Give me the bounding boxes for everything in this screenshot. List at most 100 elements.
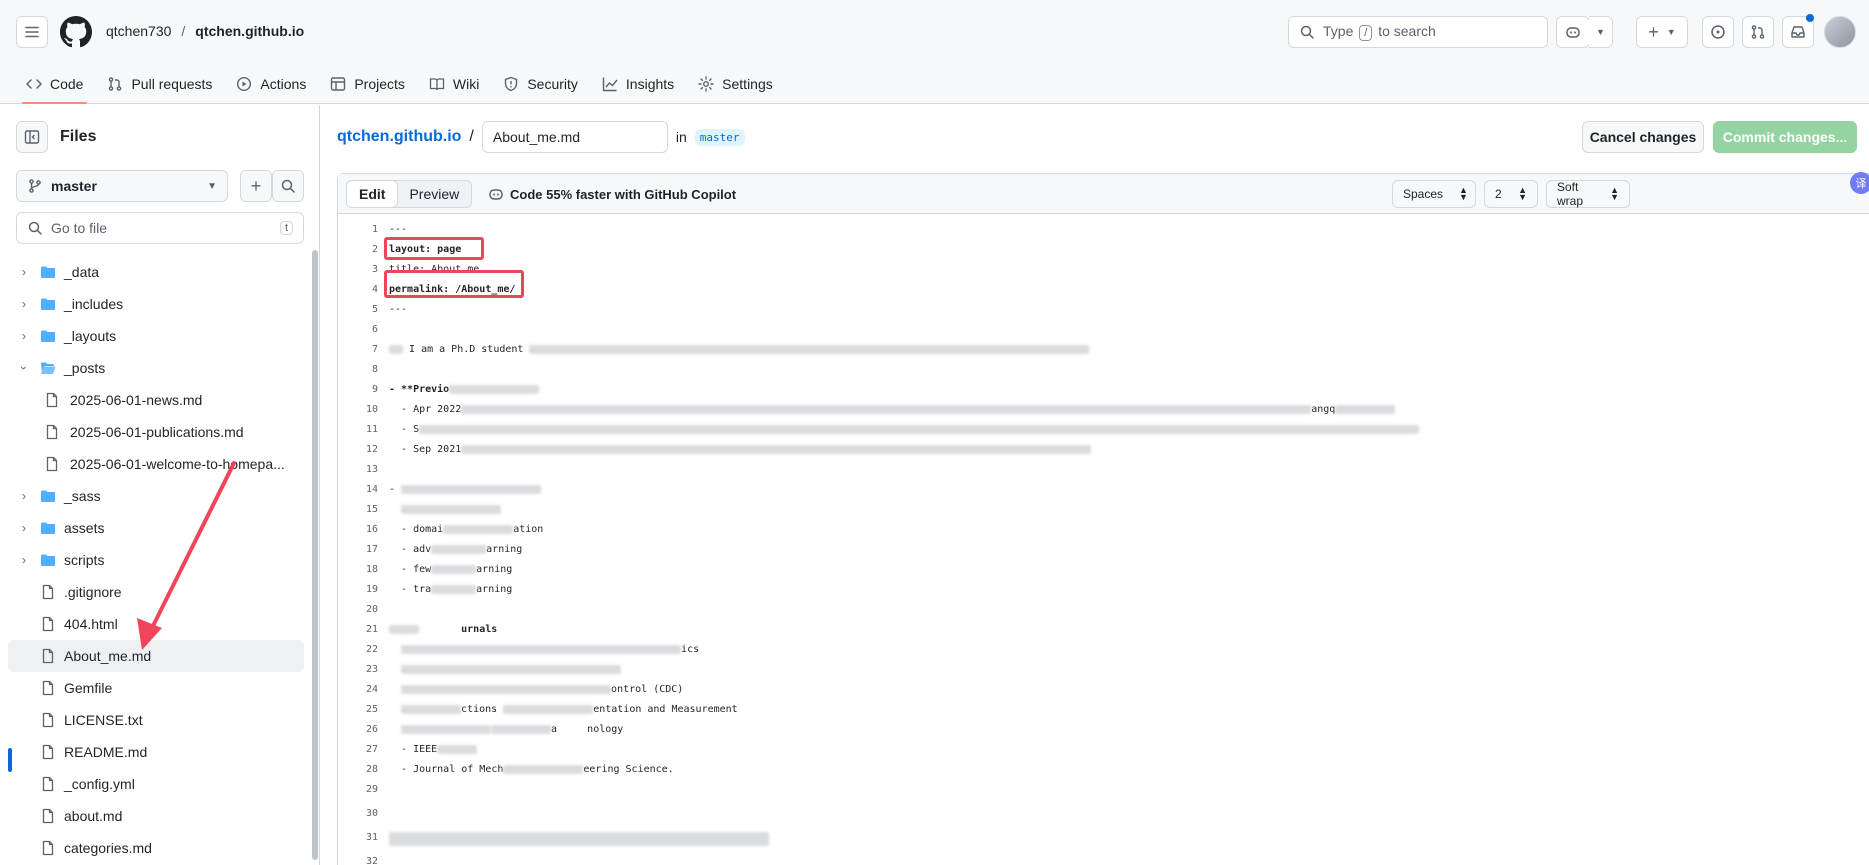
folder-icon xyxy=(40,552,56,568)
tab-preview[interactable]: Preview xyxy=(397,181,471,207)
tree-file-welcome[interactable]: 2025-06-01-welcome-to-homepa... xyxy=(8,448,304,480)
line-number: 11 xyxy=(365,424,378,435)
tree-folder-data[interactable]: › _data xyxy=(8,256,304,288)
code-line: --- xyxy=(389,224,408,235)
tree-file-publications[interactable]: 2025-06-01-publications.md xyxy=(8,416,304,448)
tab-actions[interactable]: Actions xyxy=(226,64,316,104)
tree-file-config[interactable]: _config.yml xyxy=(8,768,304,800)
tree-folder-posts[interactable]: › _posts xyxy=(8,352,304,384)
tab-projects[interactable]: Projects xyxy=(320,64,415,104)
repo-root-link[interactable]: qtchen.github.io xyxy=(337,128,461,146)
tree-file-gitignore[interactable]: .gitignore xyxy=(8,576,304,608)
line-number: 32 xyxy=(365,856,378,865)
github-logo-icon[interactable] xyxy=(60,16,92,48)
tree-item-label: _sass xyxy=(64,488,101,504)
tree-item-label: about.md xyxy=(64,808,123,824)
file-icon xyxy=(44,392,60,408)
file-icon xyxy=(40,744,56,760)
line-number: 30 xyxy=(365,808,378,819)
code-line: - Journal of Mech eering Science. xyxy=(389,764,674,775)
play-icon xyxy=(236,76,252,92)
search-input[interactable]: Type / to search xyxy=(1288,16,1548,48)
tree-file-404[interactable]: 404.html xyxy=(8,608,304,640)
tree-file-readme[interactable]: README.md xyxy=(8,736,304,768)
chevron-right-icon: › xyxy=(22,297,26,311)
tab-wiki[interactable]: Wiki xyxy=(419,64,489,104)
tab-settings-label: Settings xyxy=(722,76,773,92)
tree-item-label: 2025-06-01-publications.md xyxy=(70,424,244,440)
tab-insights[interactable]: Insights xyxy=(592,64,684,104)
line-number: 28 xyxy=(365,764,378,775)
commit-changes-button[interactable]: Commit changes... xyxy=(1713,121,1857,153)
tree-item-label: 2025-06-01-news.md xyxy=(70,392,203,408)
pull-request-icon xyxy=(1751,25,1765,39)
tree-folder-includes[interactable]: › _includes xyxy=(8,288,304,320)
code-area[interactable]: 1 --- 2 layout: page 3 title: About me 4… xyxy=(338,215,1869,865)
indent-size-select[interactable]: 2 ▲ ▼ xyxy=(1484,180,1538,208)
code-line-text: - adv xyxy=(389,544,432,555)
tree-item-label: _config.yml xyxy=(64,776,135,792)
copilot-promo[interactable]: Code 55% faster with GitHub Copilot xyxy=(488,186,736,202)
copilot-promo-text: Code 55% faster with GitHub Copilot xyxy=(510,186,737,202)
cancel-changes-button[interactable]: Cancel changes xyxy=(1582,121,1704,153)
code-line: - tra arning xyxy=(389,584,512,595)
menu-button[interactable] xyxy=(16,16,48,48)
file-tree: › _data › _includes › _layouts › _posts … xyxy=(8,256,304,864)
repo-breadcrumb: qtchen730 / qtchen.github.io xyxy=(106,23,304,39)
copilot-icon xyxy=(1566,27,1580,38)
tree-file-categories[interactable]: categories.md xyxy=(8,832,304,864)
code-line-text: urnals xyxy=(419,624,498,635)
tree-file-news[interactable]: 2025-06-01-news.md xyxy=(8,384,304,416)
file-icon xyxy=(40,616,56,632)
search-icon xyxy=(28,221,42,235)
indent-mode-select[interactable]: Spaces ▲ ▼ xyxy=(1392,180,1476,208)
tree-folder-scripts[interactable]: › scripts xyxy=(8,544,304,576)
wrap-mode-select[interactable]: Soft wrap ▲ ▼ xyxy=(1546,180,1630,208)
inbox-icon xyxy=(1791,26,1805,38)
tab-pull-requests[interactable]: Pull requests xyxy=(97,64,222,104)
filename-input[interactable]: About_me.md xyxy=(481,121,668,153)
avatar[interactable] xyxy=(1824,16,1856,48)
copilot-button[interactable] xyxy=(1556,16,1590,48)
tree-folder-layouts[interactable]: › _layouts xyxy=(8,320,304,352)
code-line-tail: ation xyxy=(513,524,544,535)
tree-item-label: _includes xyxy=(64,296,124,312)
branch-selector[interactable]: master ▼ xyxy=(16,170,228,202)
tree-item-label: _posts xyxy=(64,360,106,376)
editor-main: qtchen.github.io / About_me.md in master… xyxy=(321,105,1869,865)
tree-file-license[interactable]: LICENSE.txt xyxy=(8,704,304,736)
tab-settings[interactable]: Settings xyxy=(688,64,783,104)
go-to-file-shortcut: t xyxy=(279,221,293,235)
tree-item-label: categories.md xyxy=(64,840,152,856)
pull-requests-button[interactable] xyxy=(1742,16,1774,48)
translate-icon[interactable]: 译 xyxy=(1850,172,1869,194)
issues-button[interactable] xyxy=(1702,16,1734,48)
tab-security[interactable]: Security xyxy=(493,64,588,104)
chevron-down-icon: ▼ xyxy=(1666,27,1676,37)
add-file-button[interactable]: + xyxy=(240,170,272,202)
file-tree-sidebar: Files master ▼ + Go to file t › _data › … xyxy=(0,105,320,865)
folder-icon xyxy=(40,488,56,504)
tree-file-gemfile[interactable]: Gemfile xyxy=(8,672,304,704)
tab-edit[interactable]: Edit xyxy=(346,180,399,208)
code-line-tail: arning xyxy=(486,544,523,555)
tree-file-about-me-selected[interactable]: About_me.md xyxy=(8,640,304,672)
line-number: 1 xyxy=(371,224,378,235)
search-files-button[interactable] xyxy=(272,170,304,202)
copilot-menu-button[interactable]: ▼ xyxy=(1589,16,1613,48)
tree-folder-assets[interactable]: › assets xyxy=(8,512,304,544)
tree-folder-sass[interactable]: › _sass xyxy=(8,480,304,512)
go-to-file-input[interactable]: Go to file t xyxy=(16,212,304,244)
sidebar-scrollbar[interactable] xyxy=(312,250,318,860)
code-line-tail: angq xyxy=(1311,404,1336,415)
repo-link[interactable]: qtchen.github.io xyxy=(195,23,304,39)
folder-icon xyxy=(40,520,56,536)
tree-item-label: README.md xyxy=(64,744,148,760)
line-number: 13 xyxy=(365,464,378,475)
create-new-button[interactable]: + ▼ xyxy=(1636,16,1688,48)
collapse-sidebar-button[interactable] xyxy=(16,121,48,153)
tree-item-label: 404.html xyxy=(64,616,118,632)
owner-link[interactable]: qtchen730 xyxy=(106,23,171,39)
tree-file-about[interactable]: about.md xyxy=(8,800,304,832)
tab-code[interactable]: Code xyxy=(16,64,93,104)
